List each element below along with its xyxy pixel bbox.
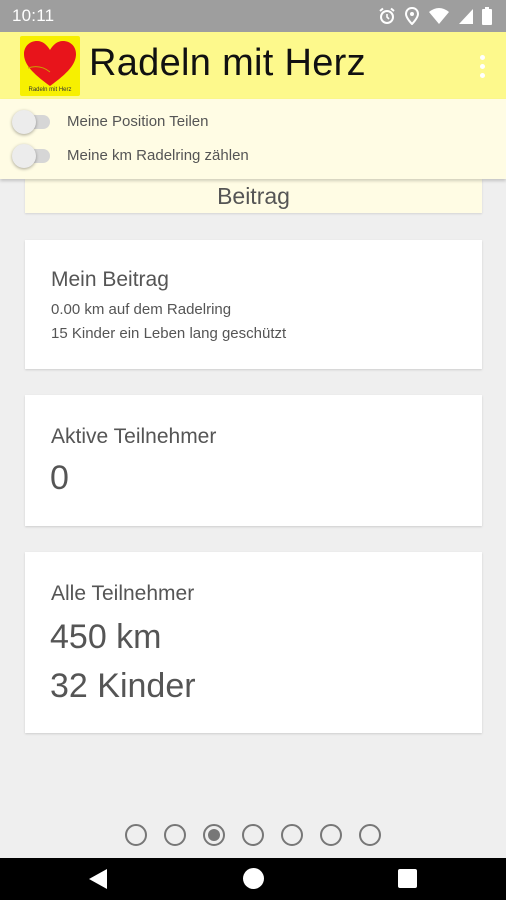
page-dot[interactable] [164, 824, 186, 846]
active-participants-card: Aktive Teilnehmer 0 [25, 395, 482, 526]
overflow-dot-icon [479, 54, 485, 60]
my-km-line: 0.00 km auf dem Radelring [51, 301, 232, 318]
app-screen: 10:11 Radeln mit Herz Radeln mit Herz Me… [0, 0, 506, 900]
alarm-icon [379, 7, 395, 24]
status-bar: 10:11 [0, 0, 506, 32]
all-participants-card: Alle Teilnehmer 450 km 32 Kinder [25, 552, 482, 733]
recents-icon[interactable] [398, 869, 417, 888]
all-participants-km: 450 km [50, 618, 162, 656]
share-position-label: Meine Position Teilen [67, 112, 209, 130]
app-bar: Radeln mit Herz Radeln mit Herz [0, 32, 506, 99]
status-time: 10:11 [12, 6, 55, 25]
page-dot[interactable] [125, 824, 147, 846]
active-participants-title: Aktive Teilnehmer [51, 425, 217, 448]
my-contribution-card: Mein Beitrag 0.00 km auf dem Radelring 1… [25, 240, 482, 369]
logo-caption: Radeln mit Herz [28, 87, 72, 93]
switch-thumb [12, 144, 36, 168]
overflow-dot-icon [479, 72, 485, 78]
battery-icon [482, 7, 492, 25]
my-contribution-title: Mein Beitrag [51, 268, 169, 291]
app-title: Radeln mit Herz [89, 42, 366, 84]
app-logo: Radeln mit Herz [20, 36, 80, 96]
page-dot[interactable] [359, 824, 381, 846]
share-position-row: Meine Position Teilen [12, 108, 208, 134]
active-participants-value: 0 [50, 459, 69, 497]
page-dot[interactable] [242, 824, 264, 846]
system-nav-bar [0, 858, 506, 900]
share-position-switch[interactable] [12, 109, 54, 134]
location-icon [404, 7, 420, 25]
all-participants-title: Alle Teilnehmer [51, 582, 195, 605]
count-km-label: Meine km Radelring zählen [67, 146, 249, 164]
switch-thumb [12, 110, 36, 134]
page-dot[interactable] [203, 824, 225, 846]
my-children-line: 15 Kinder ein Leben lang geschützt [51, 325, 287, 342]
section-title: Beitrag [25, 179, 482, 213]
wifi-icon [429, 8, 449, 24]
page-indicator [0, 824, 506, 852]
home-icon[interactable] [243, 868, 264, 889]
all-participants-children: 32 Kinder [50, 667, 196, 705]
back-icon[interactable] [88, 868, 108, 890]
page-dot[interactable] [320, 824, 342, 846]
count-km-row: Meine km Radelring zählen [12, 142, 249, 168]
settings-panel: Meine Position Teilen Meine km Radelring… [0, 99, 506, 179]
signal-icon [459, 9, 473, 24]
overflow-dot-icon [479, 63, 485, 69]
count-km-switch[interactable] [12, 143, 54, 168]
overflow-menu-button[interactable] [470, 50, 494, 82]
page-dot[interactable] [281, 824, 303, 846]
status-icons [378, 7, 492, 25]
